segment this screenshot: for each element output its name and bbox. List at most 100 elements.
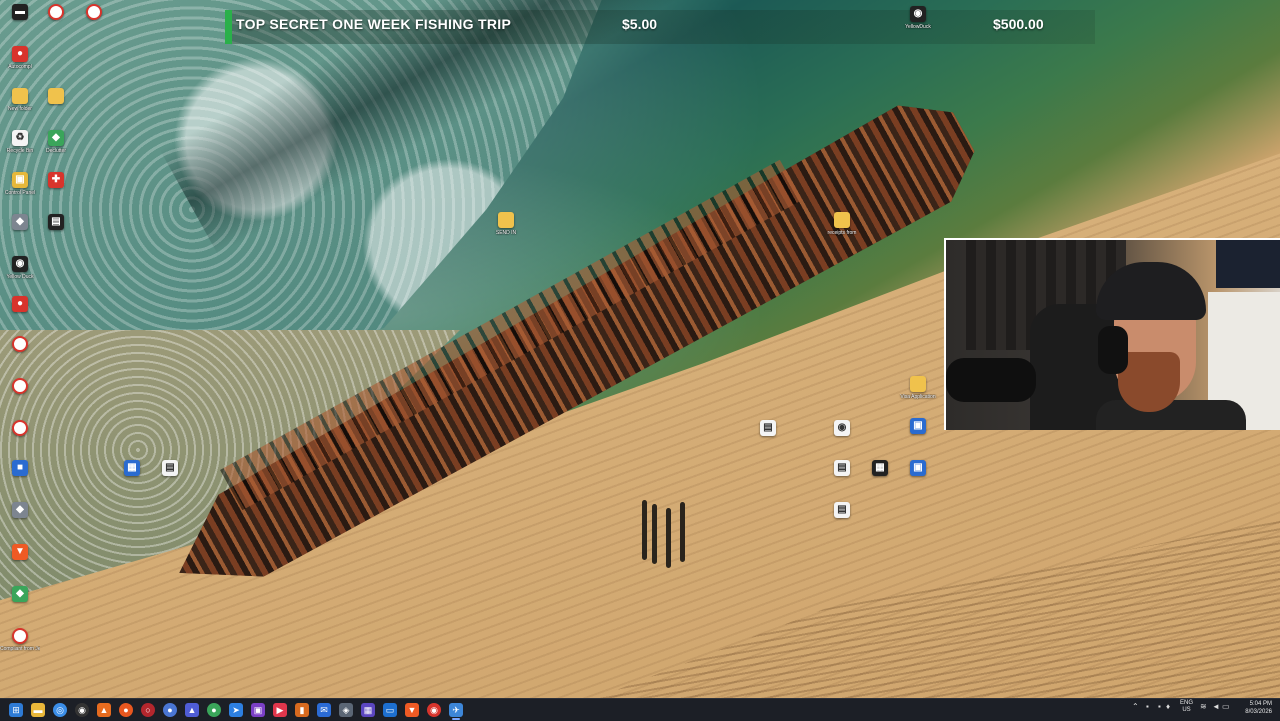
desktop-icon[interactable]: ▣: [898, 460, 938, 500]
folder-icon: [498, 212, 514, 228]
desktop-icon[interactable]: ▬: [0, 4, 40, 44]
desktop-icon[interactable]: ▣: [898, 418, 938, 458]
ticker-banner: TOP SECRET ONE WEEK FISHING TRIP $5.00 $…: [225, 10, 1095, 44]
system-clock[interactable]: 5:04 PM 8/03/2026: [1232, 700, 1272, 716]
desktop-icon[interactable]: Visa Application: [898, 376, 938, 416]
battery-icon[interactable]: ▭: [1222, 702, 1230, 712]
desktop-icon[interactable]: ▤: [748, 420, 788, 460]
app-red-icon: ✚: [48, 172, 64, 188]
chevron-up-icon[interactable]: ⌃: [1132, 702, 1139, 712]
app-ring-icon: [12, 420, 28, 436]
desktop-icon[interactable]: ▤: [36, 214, 76, 254]
app-dark-icon: ▬: [12, 4, 28, 20]
desktop-icon[interactable]: ▤: [150, 460, 190, 500]
file-explorer-icon[interactable]: ▬: [31, 703, 45, 717]
app-ring-icon: [86, 4, 102, 20]
app-blue-icon: ▣: [910, 418, 926, 434]
control-panel-icon: ▣: [12, 172, 28, 188]
desktop-icon[interactable]: ▤: [822, 460, 862, 500]
desktop-icon[interactable]: ◉ Yellow Duck: [0, 256, 40, 296]
app-icon: ◆: [12, 502, 28, 518]
folder-icon: [48, 88, 64, 104]
vlc-icon[interactable]: ▲: [97, 703, 111, 717]
app-icon[interactable]: ➤: [229, 703, 243, 717]
windows-start-icon[interactable]: ⊞: [9, 703, 23, 717]
desktop-icon[interactable]: ◉ YellowDuck: [898, 6, 938, 46]
app-blue-icon: ▦: [124, 460, 140, 476]
microphone-icon[interactable]: ♦: [1166, 702, 1170, 712]
app-icon[interactable]: ●: [163, 703, 177, 717]
app-blue-icon: ■: [12, 460, 28, 476]
tray-app-icon[interactable]: ▪: [1146, 702, 1149, 712]
app-icon[interactable]: ✈: [449, 703, 463, 717]
desktop-icon[interactable]: [0, 420, 40, 460]
folder-icon: [834, 212, 850, 228]
webcam-overlay: [944, 238, 1280, 430]
desktop-icon[interactable]: [36, 4, 76, 44]
app-icon: ◉: [12, 256, 28, 272]
app-icon[interactable]: ▦: [361, 703, 375, 717]
desktop-icon[interactable]: Compliant from Jes...: [0, 628, 40, 668]
volume-icon[interactable]: ◄: [1212, 702, 1220, 712]
desktop-icon[interactable]: ◆ Declutter: [36, 130, 76, 170]
clock-time: 5:04 PM: [1249, 701, 1272, 707]
wifi-icon[interactable]: ≋: [1200, 702, 1207, 712]
desktop-icon[interactable]: ■: [0, 460, 40, 500]
desktop-icon[interactable]: ◆: [0, 214, 40, 254]
app-icon: ◉: [910, 6, 926, 22]
desktop-icon[interactable]: [0, 336, 40, 376]
app-icon[interactable]: ▶: [273, 703, 287, 717]
desktop-icon[interactable]: [74, 4, 114, 44]
app-ring-icon: [48, 4, 64, 20]
desktop-icon[interactable]: [0, 378, 40, 418]
document-icon: ▤: [760, 420, 776, 436]
app-icon[interactable]: ▮: [295, 703, 309, 717]
desktop-icon-label: New folder: [8, 106, 32, 112]
desktop-icon[interactable]: ◆: [0, 502, 40, 542]
desktop-icon[interactable]: ✚: [36, 172, 76, 212]
brave-icon: ▼: [12, 544, 28, 560]
desktop-icon[interactable]: New folder: [0, 88, 40, 128]
firefox-icon[interactable]: ●: [119, 703, 133, 717]
desktop-icon[interactable]: ◉: [822, 420, 862, 460]
document-icon: ◉: [834, 420, 850, 436]
language-indicator[interactable]: ENG US: [1180, 700, 1193, 714]
desktop-icon[interactable]: [36, 88, 76, 128]
desktop-icon[interactable]: ▦: [860, 460, 900, 500]
webcam-person-shirt: [1096, 400, 1246, 430]
document-icon: ▤: [162, 460, 178, 476]
tray-app-icon[interactable]: ▪: [1158, 702, 1161, 712]
folder-icon: [910, 376, 926, 392]
ticker-title: TOP SECRET ONE WEEK FISHING TRIP: [236, 16, 512, 32]
app-icon[interactable]: ✉: [317, 703, 331, 717]
desktop-icon[interactable]: ●: [0, 296, 40, 336]
chrome-icon[interactable]: ◎: [53, 703, 67, 717]
ticker-total: $500.00: [993, 16, 1044, 32]
desktop-icon[interactable]: SEND IN: [486, 212, 526, 252]
desktop-icon[interactable]: ▼: [0, 544, 40, 584]
desktop-icon[interactable]: ◆: [0, 586, 40, 626]
app-icon[interactable]: ◉: [427, 703, 441, 717]
app-icon[interactable]: ●: [207, 703, 221, 717]
app-blue-icon: ▣: [910, 460, 926, 476]
document-icon: ▤: [834, 502, 850, 518]
brave-icon[interactable]: ▼: [405, 703, 419, 717]
app-icon[interactable]: ○: [141, 703, 155, 717]
app-icon[interactable]: ▲: [185, 703, 199, 717]
desktop-icon[interactable]: receipts from: [822, 212, 862, 252]
obs-icon[interactable]: ◉: [75, 703, 89, 717]
desktop-icon-label: SEND IN: [495, 230, 517, 236]
desktop-icon[interactable]: ▦: [112, 460, 152, 500]
taskbar: ⊞ ▬ ◎ ◉ ▲ ● ○ ● ▲ ● ➤ ▣ ▶ ▮ ✉ ◈ ▦ ▭ ▼ ◉ …: [0, 698, 1280, 721]
desktop-icon-label: YellowDuck: [905, 24, 931, 30]
app-icon[interactable]: ▣: [251, 703, 265, 717]
desktop-icon[interactable]: ▣ Control Panel: [0, 172, 40, 212]
app-green-icon: ◆: [48, 130, 64, 146]
folder-icon: [12, 88, 28, 104]
desktop-icon[interactable]: ▤: [822, 502, 862, 542]
desktop-icon-label: Visa Application: [900, 394, 936, 400]
app-icon[interactable]: ▭: [383, 703, 397, 717]
app-icon[interactable]: ◈: [339, 703, 353, 717]
desktop-icon[interactable]: ♻ Recycle Bin: [0, 130, 40, 170]
desktop-icon[interactable]: ● Autocompl: [0, 46, 40, 86]
